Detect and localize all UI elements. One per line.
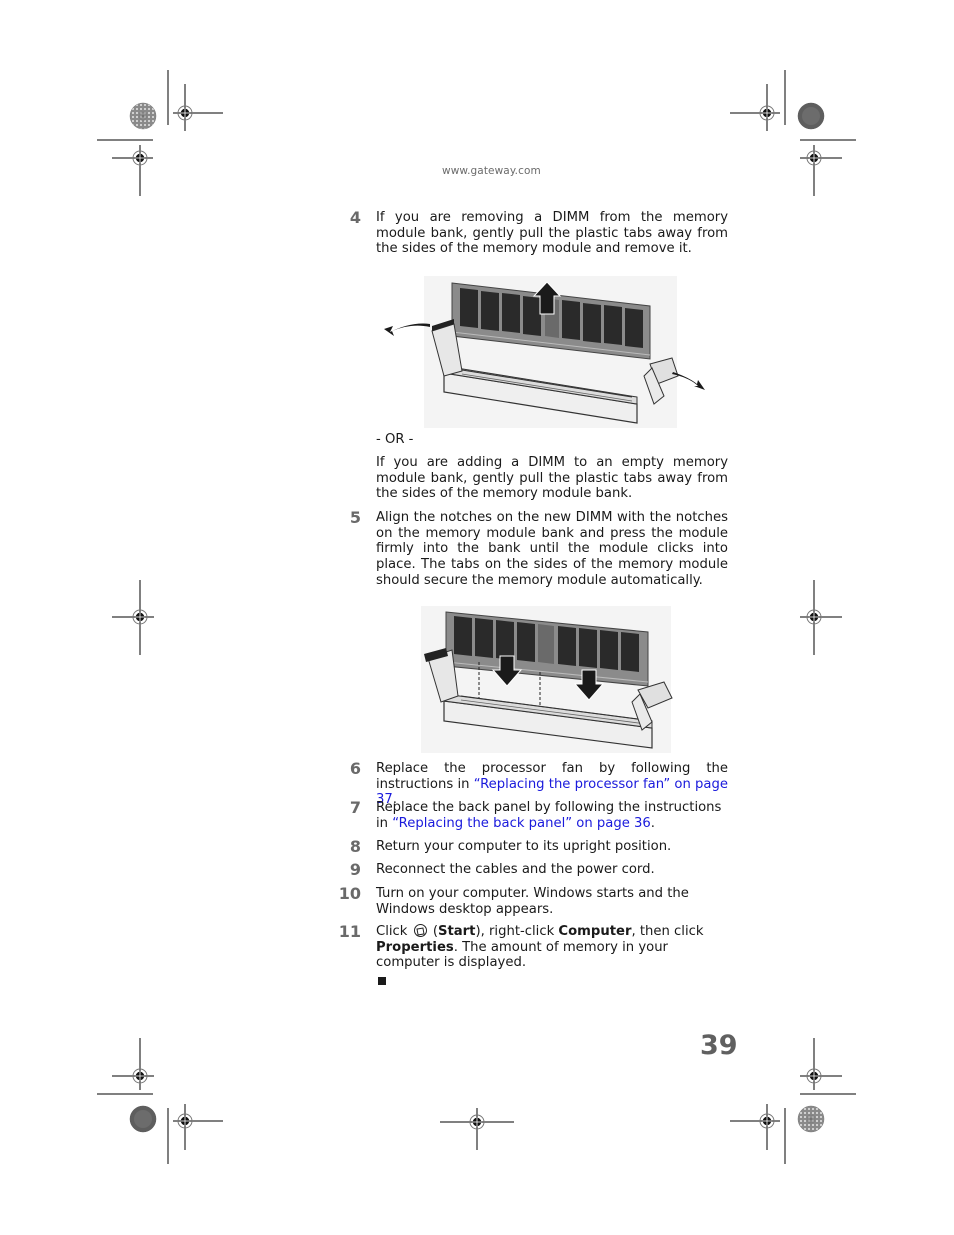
step-number-8: 8 (349, 837, 361, 856)
computer-label: Computer (558, 924, 632, 939)
step-number-4: 4 (349, 208, 361, 227)
step-11-text: Click (Start), right-click Computer, the… (376, 924, 728, 971)
crop-mark-bottom-left (97, 1038, 223, 1164)
properties-label: Properties (376, 939, 454, 955)
page-number: 39 (700, 1030, 738, 1061)
step-number-7: 7 (349, 798, 361, 817)
windows-start-icon (413, 924, 427, 937)
step-9-text: Reconnect the cables and the power cord. (376, 862, 655, 877)
step-number-10: 10 (338, 884, 361, 903)
step-11-right-click: ), right-click (475, 924, 559, 939)
crop-mark-top-left (97, 70, 223, 196)
link-replacing-back-panel[interactable]: “Replacing the back panel” on page 36 (392, 816, 651, 831)
step-10-text: Turn on your computer. Windows starts an… (376, 886, 689, 917)
step-number-9: 9 (349, 860, 361, 879)
crop-mark-middle-right (800, 580, 842, 655)
step-11-paren: ( (428, 924, 438, 939)
step-number-5: 5 (349, 508, 361, 527)
step-4-text: If you are removing a DIMM from the memo… (376, 210, 728, 257)
step-number-11: 11 (338, 922, 361, 941)
crop-mark-bottom-middle (440, 1108, 514, 1150)
step-number-6: 6 (349, 759, 361, 778)
crop-mark-top-right (730, 70, 856, 196)
or-separator: - OR - (376, 432, 414, 447)
crop-mark-middle-left (112, 580, 154, 655)
step-11-then-click: , then click (631, 924, 704, 939)
end-of-section-square-icon (378, 977, 386, 985)
header-url: www.gateway.com (442, 165, 541, 177)
arrow-left-tab-icon (384, 323, 430, 336)
step-4-alt-text: If you are adding a DIMM to an empty mem… (376, 455, 728, 502)
step-7-text-after: . (650, 815, 655, 831)
start-label: Start (437, 924, 476, 939)
step-7-text: Replace the back panel by following the … (376, 800, 728, 831)
step-11-click: Click (376, 924, 412, 939)
figure-remove-dimm (384, 276, 705, 428)
step-5-text: Align the notches on the new DIMM with t… (376, 510, 728, 588)
figure-insert-dimm (421, 606, 673, 753)
crop-mark-bottom-right (730, 1038, 856, 1164)
step-8-text: Return your computer to its upright posi… (376, 839, 672, 854)
